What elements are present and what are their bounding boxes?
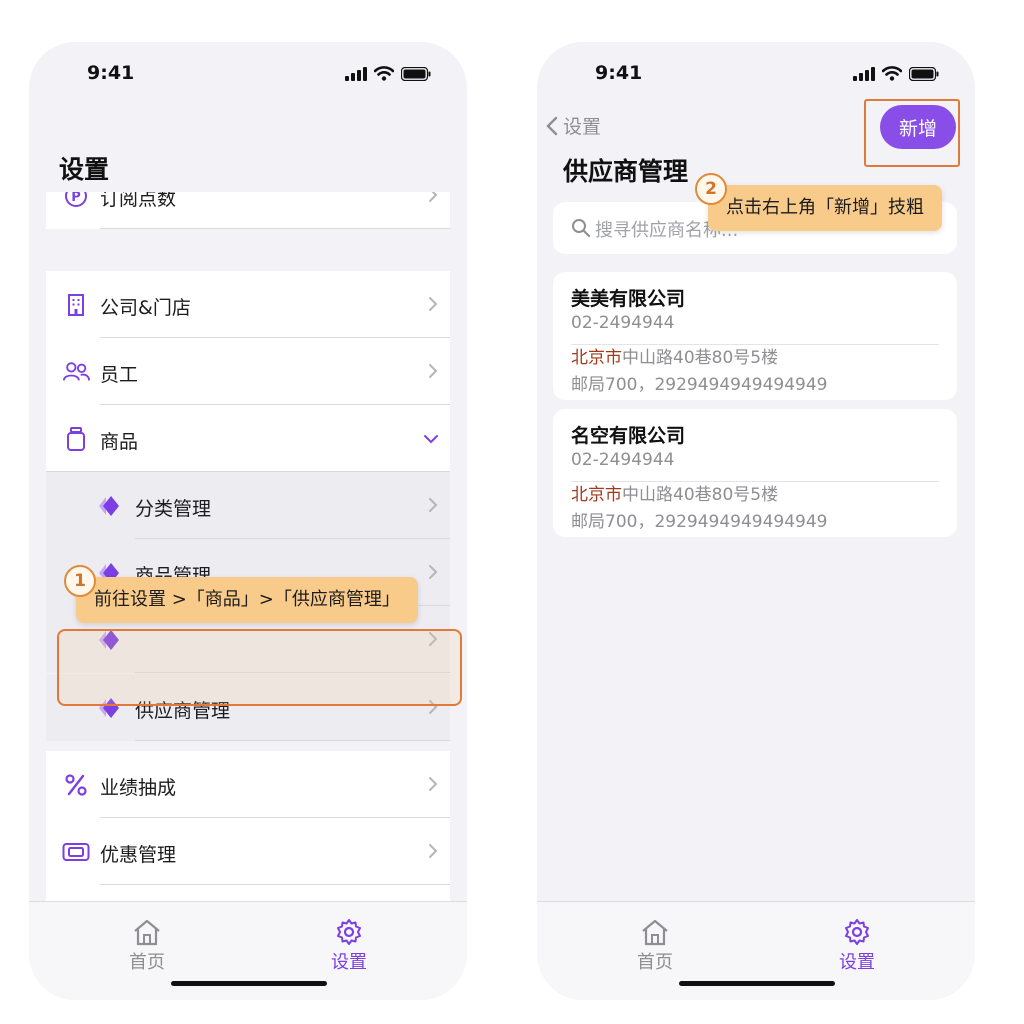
percent-icon [62,771,90,799]
chevron-right-icon [429,192,438,202]
supplier-street: 中山路40巷80号5楼 [622,485,779,505]
cellular-signal-icon [853,66,875,85]
supplier-city: 北京市 [571,485,622,505]
home-icon [134,919,160,946]
chevron-right-icon [429,364,438,378]
tab-label: 首页 [129,952,165,973]
home-indicator [171,981,327,986]
home-indicator [679,981,835,986]
chevron-right-icon [429,498,438,512]
supplier-name: 名空有限公司 [571,425,686,447]
tab-settings[interactable]: 设置 [812,918,902,974]
tab-label: 设置 [839,952,875,973]
battery-icon [400,66,431,85]
settings-row-label: 业绩抽成 [100,777,177,799]
cellular-signal-icon [345,66,367,85]
diamond-stack-icon [93,492,121,520]
home-icon [642,919,668,946]
step-2-badge: 2 [695,173,727,205]
battery-icon [908,66,939,85]
settings-row-label: 商品 [100,431,139,453]
settings-row-label: 员工 [100,364,139,386]
gear-icon [337,919,361,945]
ticket-icon [62,838,90,866]
wifi-icon [373,66,395,85]
add-button[interactable]: 新增 [880,105,956,149]
settings-row-label: 分类管理 [135,498,212,520]
supplier-name: 美美有限公司 [571,288,686,310]
chevron-left-icon [546,116,558,135]
chevron-right-icon [429,297,438,311]
step-1-badge: 1 [64,565,96,597]
tab-settings[interactable]: 设置 [304,918,394,974]
chevron-right-icon [429,844,438,858]
settings-row-company-stores[interactable]: 公司&门店 [46,271,450,338]
page-title: 供应商管理 [563,157,689,186]
search-icon [572,219,591,238]
settings-row-category-management[interactable]: 分类管理 [46,472,450,539]
settings-row-label: 优惠管理 [100,844,177,866]
status-bar: 9:41 [29,42,467,112]
supplier-address: 北京市中山路40巷80号5楼 [571,480,778,505]
supplier-phone: 02-2494944 [571,313,675,333]
supplier-city: 北京市 [571,348,622,368]
tab-label: 首页 [637,952,673,973]
product-cup-icon [62,425,90,453]
page-title: 设置 [59,155,110,184]
gear-icon [845,919,869,945]
tab-bar: 首页 设置 [537,901,975,1000]
supplier-row-highlight [57,629,462,706]
status-time: 9:41 [87,62,135,84]
tab-home[interactable]: 首页 [610,918,700,974]
settings-row-label: 订阅点数 [100,192,177,210]
users-icon [62,358,90,386]
settings-row-employees[interactable]: 员工 [46,338,450,405]
status-icons [853,66,939,85]
settings-row-commission[interactable]: 业绩抽成 [46,751,450,818]
supplier-street: 中山路40巷80号5楼 [622,348,779,368]
settings-row-salary[interactable]: $ 薪资 [46,885,450,902]
settings-row-label: 公司&门店 [100,297,191,319]
supplier-card[interactable]: 名空有限公司 02-2494944 北京市中山路40巷80号5楼 邮局700，2… [553,409,957,537]
supplier-address: 北京市中山路40巷80号5楼 [571,343,778,368]
settings-row-subscription-points[interactable]: P 订阅点数 [46,192,450,229]
chevron-right-icon [429,777,438,791]
status-time: 9:41 [595,62,643,84]
wifi-icon [881,66,903,85]
building-icon [62,291,90,319]
supplier-card[interactable]: 美美有限公司 02-2494944 北京市中山路40巷80号5楼 邮局700，2… [553,272,957,400]
settings-screen: 9:41 设置 P 订阅点数 公司&门店 员工 商品 分类管理 商品管理 供应商… [29,42,467,1000]
settings-row-discount-management[interactable]: 优惠管理 [46,818,450,885]
status-icons [345,66,431,85]
points-p-icon: P [62,192,90,210]
back-label: 设置 [563,116,602,138]
tab-home[interactable]: 首页 [102,918,192,974]
svg-text:P: P [71,192,81,205]
back-button[interactable]: 设置 [545,112,601,139]
step-1-callout: 前往设置 >「商品」>「供应商管理」 [76,577,418,623]
chevron-right-icon [429,565,438,579]
tab-bar: 首页 设置 [29,901,467,1000]
settings-list: P 订阅点数 公司&门店 员工 商品 分类管理 商品管理 供应商管理 业绩抽成 … [46,192,450,902]
supplier-postal: 邮局700，2929494949494949 [571,512,828,532]
chevron-down-icon [424,435,438,444]
step-2-callout: 点击右上角「新增」技粗 [708,185,942,231]
tab-label: 设置 [331,952,367,973]
supplier-postal: 邮局700，2929494949494949 [571,375,828,395]
supplier-phone: 02-2494944 [571,450,675,470]
settings-row-products[interactable]: 商品 [46,405,450,472]
